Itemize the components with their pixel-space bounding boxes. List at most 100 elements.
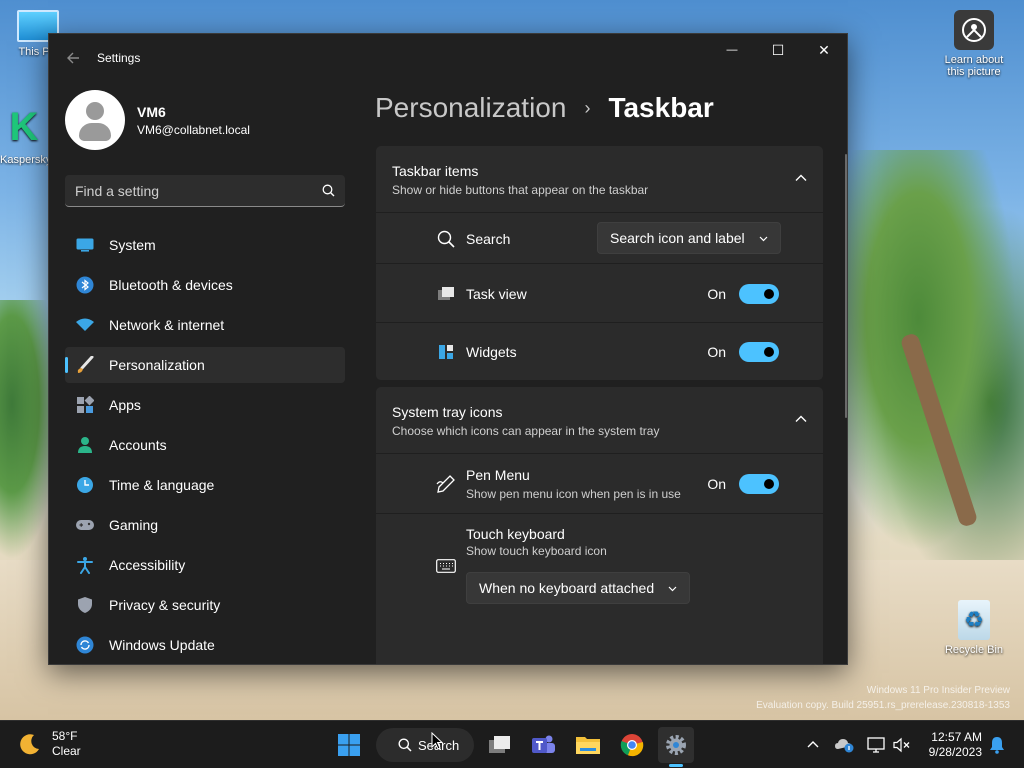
show-hidden-icons-button[interactable] (799, 729, 827, 761)
teams-button[interactable] (525, 727, 561, 763)
accessibility-icon (75, 555, 95, 575)
widgets-row: Widgets On (376, 322, 823, 380)
brush-icon (75, 355, 95, 375)
desktop-icon-learn-about-picture[interactable]: Learn about this picture (938, 10, 1010, 78)
sidebar-item-accounts[interactable]: Accounts (65, 427, 345, 463)
recycle-bin-icon: ♻ (958, 600, 990, 640)
sidebar-item-apps[interactable]: Apps (65, 387, 345, 423)
teams-icon (532, 735, 555, 753)
sidebar-item-label: Network & internet (109, 317, 225, 333)
system-tray-header[interactable]: System tray icons Choose which icons can… (376, 387, 823, 453)
search-icon (398, 738, 412, 752)
widgets-toggle[interactable] (739, 342, 779, 362)
sidebar-item-system[interactable]: System (65, 227, 345, 263)
toggle-state-text: On (707, 476, 726, 492)
row-label: Task view (466, 286, 527, 302)
chevron-down-icon (759, 236, 768, 241)
page-title: Taskbar (608, 92, 714, 123)
desktop-icon-label: Recycle Bin (944, 644, 1004, 656)
row-label: Touch keyboard (466, 526, 565, 542)
weather-description: Clear (52, 744, 81, 758)
sidebar-item-label: Gaming (109, 517, 159, 533)
profile-email: VM6@collabnet.local (137, 122, 250, 137)
breadcrumb-separator: › (584, 97, 591, 118)
watermark-line-1: Windows 11 Pro Insider Preview (866, 685, 1010, 696)
task-view-icon (489, 736, 510, 753)
chevron-up-icon (807, 741, 819, 748)
mouse-cursor-icon (431, 732, 443, 750)
onedrive-tray-button[interactable] (830, 729, 858, 761)
sidebar-item-gaming[interactable]: Gaming (65, 507, 345, 543)
section-title: System tray icons (392, 404, 503, 420)
gear-icon (666, 735, 686, 755)
row-description: Show pen menu icon when pen is in use (466, 487, 681, 501)
avatar (65, 90, 125, 150)
row-label: Pen Menu (466, 467, 530, 483)
sidebar-item-bluetooth[interactable]: Bluetooth & devices (65, 267, 345, 303)
network-tray-button[interactable] (862, 729, 890, 761)
sidebar-item-label: Accessibility (109, 557, 186, 573)
chevron-up-icon[interactable] (795, 172, 807, 184)
chrome-button[interactable] (614, 727, 650, 763)
task-view-icon (436, 284, 456, 304)
pen-icon (436, 474, 456, 494)
shield-icon (75, 595, 95, 615)
scrollbar[interactable] (845, 154, 847, 418)
maximize-button[interactable]: ☐ (755, 34, 801, 66)
title-bar[interactable]: Settings — ☐ ✕ (49, 34, 847, 82)
clock-date: 9/28/2023 (928, 745, 982, 759)
network-icon (867, 737, 885, 753)
toggle-state-text: On (707, 344, 726, 360)
touch-keyboard-dropdown[interactable]: When no keyboard attached (466, 572, 691, 604)
notifications-button[interactable] (983, 729, 1011, 761)
file-explorer-button[interactable] (570, 727, 606, 763)
taskbar-search-button[interactable]: Search (376, 728, 474, 762)
sidebar-item-label: Windows Update (109, 637, 215, 653)
clock-button[interactable]: 12:57 AM 9/28/2023 (922, 730, 982, 760)
weather-widget[interactable]: 58°F Clear (18, 729, 81, 759)
user-profile[interactable]: VM6 VM6@collabnet.local (65, 90, 250, 150)
settings-taskbar-button[interactable] (658, 727, 694, 763)
taskbar-items-header[interactable]: Taskbar items Show or hide buttons that … (376, 146, 823, 212)
task-view-toggle[interactable] (739, 284, 779, 304)
sidebar-item-privacy-security[interactable]: Privacy & security (65, 587, 345, 623)
section-subtitle: Show or hide buttons that appear on the … (392, 183, 649, 197)
search-input[interactable] (75, 182, 322, 199)
back-button[interactable] (49, 34, 97, 82)
volume-tray-button[interactable] (888, 729, 916, 761)
chevron-down-icon (668, 586, 677, 591)
maximize-icon: ☐ (771, 41, 785, 58)
bluetooth-icon (75, 275, 95, 295)
sidebar-item-label: System (109, 237, 156, 253)
minimize-button[interactable]: — (709, 34, 755, 66)
desktop-icon-kaspersky[interactable]: K Kaspersky Anti-Ransomware (0, 104, 48, 166)
search-mode-dropdown[interactable]: Search icon and label (597, 222, 781, 254)
sidebar-item-label: Accounts (109, 437, 167, 453)
monitor-icon (75, 235, 95, 255)
breadcrumb-parent[interactable]: Personalization (375, 92, 566, 124)
window-controls: — ☐ ✕ (709, 34, 847, 66)
desktop-icon-recycle-bin[interactable]: ♻ Recycle Bin (938, 600, 1010, 656)
settings-window: Settings — ☐ ✕ VM6 VM6@collabnet.local S… (48, 33, 848, 665)
sidebar-item-label: Time & language (109, 477, 215, 493)
pen-menu-row: Pen Menu Show pen menu icon when pen is … (376, 453, 823, 513)
sidebar-item-personalization[interactable]: Personalization (65, 347, 345, 383)
pen-menu-toggle[interactable] (739, 474, 779, 494)
clock-time: 12:57 AM (931, 730, 982, 744)
close-button[interactable]: ✕ (801, 34, 847, 66)
sidebar-item-accessibility[interactable]: Accessibility (65, 547, 345, 583)
bell-icon (990, 737, 1004, 754)
sidebar-item-network[interactable]: Network & internet (65, 307, 345, 343)
start-button[interactable] (331, 727, 367, 763)
weather-temperature: 58°F (52, 729, 78, 743)
sidebar-item-time-language[interactable]: Time & language (65, 467, 345, 503)
sidebar-item-label: Apps (109, 397, 141, 413)
dropdown-value: When no keyboard attached (479, 580, 655, 596)
camera-spotlight-icon (954, 10, 994, 50)
arrow-left-icon (67, 52, 79, 64)
chevron-up-icon[interactable] (795, 413, 807, 425)
cloud-info-icon (835, 739, 854, 753)
search-icon[interactable] (322, 184, 335, 197)
task-view-button[interactable] (482, 727, 518, 763)
sidebar-item-windows-update[interactable]: Windows Update (65, 627, 345, 663)
